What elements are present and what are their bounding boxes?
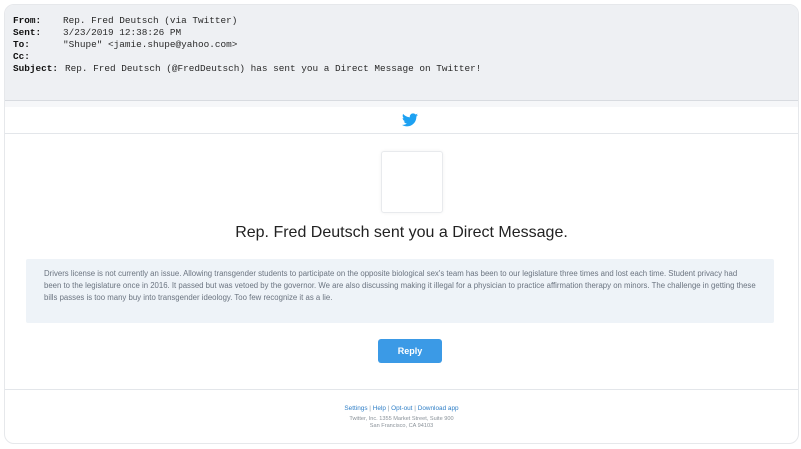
footer-links: Settings | Help | Opt-out | Download app [5, 405, 798, 412]
sent-value: 3/23/2019 12:38:26 PM [63, 27, 182, 38]
subject-label: Subject: [13, 63, 59, 74]
sent-row: Sent: 3/23/2019 12:38:26 PM [13, 27, 798, 39]
cc-row: Cc: [13, 51, 798, 63]
download-app-link[interactable]: Download app [418, 405, 459, 412]
sent-label: Sent: [13, 27, 42, 38]
to-label: To: [13, 39, 30, 50]
settings-link[interactable]: Settings [344, 405, 367, 412]
cc-label: Cc: [13, 51, 30, 62]
help-link[interactable]: Help [373, 405, 386, 412]
address-line-1: Twitter, Inc. 1355 Market Street, Suite … [349, 416, 454, 422]
email-window: From: Rep. Fred Deutsch (via Twitter) Sen… [4, 4, 799, 444]
from-row: From: Rep. Fred Deutsch (via Twitter) [13, 15, 798, 27]
opt-out-link[interactable]: Opt-out [391, 405, 412, 412]
from-label: From: [13, 15, 42, 26]
email-header: From: Rep. Fred Deutsch (via Twitter) Sen… [5, 5, 798, 101]
message-box: Drivers license is not currently an issu… [26, 259, 774, 323]
link-separator: | [387, 405, 390, 412]
from-value: Rep. Fred Deutsch (via Twitter) [63, 15, 238, 26]
address-line-2: San Francisco, CA 94103 [369, 423, 434, 429]
link-separator: | [369, 405, 371, 412]
message-text: Drivers license is not currently an issu… [44, 269, 756, 302]
dm-headline: Rep. Fred Deutsch sent you a Direct Mess… [235, 224, 568, 241]
to-row: To: "Shupe" <jamie.shupe@yahoo.com> [13, 39, 798, 51]
to-value: "Shupe" <jamie.shupe@yahoo.com> [63, 39, 238, 50]
twitter-bird-shape [402, 113, 418, 127]
company-address: Twitter, Inc. 1355 Market Street, Suite … [5, 416, 798, 430]
logo-row [5, 107, 798, 134]
link-separator: | [414, 405, 416, 412]
subject-row: Subject: Rep. Fred Deutsch (@FredDeutsch)… [13, 63, 798, 75]
subject-value: Rep. Fred Deutsch (@FredDeutsch) has sen… [65, 63, 482, 74]
sender-avatar [381, 151, 443, 213]
reply-button[interactable]: Reply [378, 339, 442, 363]
footer-divider [5, 389, 798, 390]
twitter-bird-icon [402, 113, 418, 127]
